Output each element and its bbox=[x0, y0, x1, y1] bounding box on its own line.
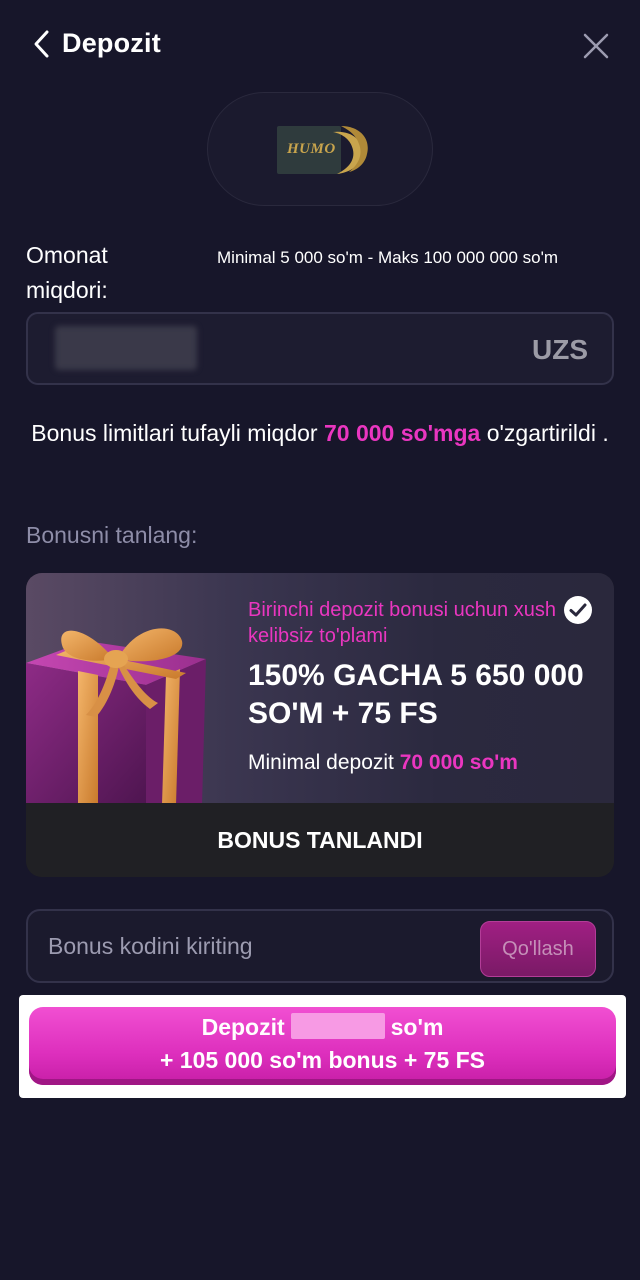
deposit-prefix: Depozit bbox=[201, 1014, 285, 1040]
deposit-button[interactable]: Depozit so'm + 105 000 so'm bonus + 75 FS bbox=[29, 1007, 616, 1085]
close-icon[interactable] bbox=[580, 30, 612, 62]
gift-icon bbox=[26, 628, 206, 805]
masked-amount-value bbox=[55, 326, 197, 370]
bonus-subtitle: Birinchi depozit bonusi uchun xush kelib… bbox=[248, 599, 556, 647]
deposit-line-2: + 105 000 so'm bonus + 75 FS bbox=[159, 1047, 486, 1073]
bonus-limit-notice: Bonus limitlari tufayli miqdor 70 000 so… bbox=[30, 416, 610, 450]
bonus-card-banner: Birinchi depozit bonusi uchun xush kelib… bbox=[26, 573, 614, 805]
deposit-suffix: so'm bbox=[390, 1014, 444, 1040]
bonus-selected-button[interactable]: BONUS TANLANDI bbox=[26, 803, 614, 877]
currency-label: UZS bbox=[532, 334, 588, 365]
bonus-min-deposit: Minimal depozit 70 000 so'm bbox=[248, 751, 518, 775]
notice-highlight: 70 000 so'mga bbox=[323, 420, 481, 446]
chevron-left-icon bbox=[34, 30, 49, 58]
check-circle-icon bbox=[564, 596, 592, 624]
amount-label: Omonat miqdori: bbox=[26, 242, 108, 303]
humo-logo: HUMO bbox=[277, 124, 369, 176]
promo-code-field: Qo'llash bbox=[26, 909, 614, 983]
promo-code-input[interactable] bbox=[48, 921, 468, 971]
bonus-card[interactable]: Birinchi depozit bonusi uchun xush kelib… bbox=[26, 573, 614, 877]
apply-code-button[interactable]: Qo'llash bbox=[480, 921, 596, 977]
amount-limits: Minimal 5 000 so'm - Maks 100 000 000 so… bbox=[217, 248, 558, 267]
payment-method-selector[interactable]: HUMO bbox=[207, 92, 433, 206]
deposit-line-1: Depozit so'm bbox=[29, 1011, 616, 1044]
bonus-min-value: 70 000 so'm bbox=[399, 751, 518, 774]
notice-suffix: o'zgartirildi . bbox=[480, 420, 609, 446]
bonus-title: 150% GACHA 5 650 000 SO'M + 75 FS bbox=[248, 659, 584, 730]
wing-icon bbox=[333, 126, 368, 174]
humo-logo-text: HUMO bbox=[287, 141, 336, 157]
bonus-min-label: Minimal depozit bbox=[248, 751, 400, 774]
header: Depozit bbox=[0, 0, 640, 92]
bonus-heading: Bonusni tanlang: bbox=[26, 522, 198, 548]
page-title: Depozit bbox=[62, 28, 161, 58]
back-button[interactable] bbox=[30, 26, 52, 62]
notice-prefix: Bonus limitlari tufayli miqdor bbox=[31, 420, 324, 446]
amount-input[interactable]: UZS bbox=[26, 312, 614, 385]
masked-deposit-amount bbox=[290, 1013, 385, 1039]
deposit-button-frame: Depozit so'm + 105 000 so'm bonus + 75 FS bbox=[19, 995, 626, 1098]
